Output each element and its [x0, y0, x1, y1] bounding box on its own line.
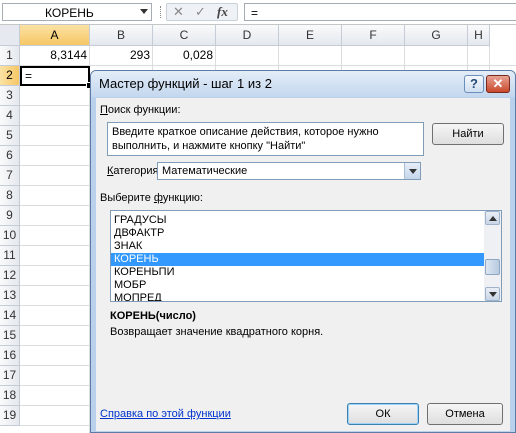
column-header-f[interactable]: F [342, 25, 405, 46]
row-header-3[interactable]: 3 [0, 86, 20, 106]
row-header-5[interactable]: 5 [0, 126, 20, 146]
row-header-10[interactable]: 10 [0, 226, 20, 246]
formula-bar-buttons: ✕ ✓ fx [166, 3, 238, 21]
scroll-down-icon[interactable] [485, 287, 500, 301]
function-help-link[interactable]: Справка по этой функции [100, 408, 231, 420]
function-list-item[interactable]: КОРЕНЬ [111, 253, 485, 266]
scroll-up-icon[interactable] [485, 211, 500, 225]
scrollbar-thumb[interactable] [485, 259, 500, 275]
select-function-label: Выберите функцию: [100, 192, 203, 204]
search-label: Поиск функции: [100, 104, 181, 116]
function-list-item[interactable]: МОПРЕД [111, 292, 485, 301]
cell-b1[interactable]: 293 [90, 46, 153, 65]
function-wizard-dialog: Мастер функций - шаг 1 из 2 ? ✕ Поиск фу… [90, 70, 516, 433]
row-header-8[interactable]: 8 [0, 186, 20, 206]
help-icon[interactable]: ? [464, 75, 484, 93]
formula-input[interactable]: = [244, 3, 516, 21]
column-header-h[interactable]: H [468, 25, 490, 46]
function-list[interactable]: ГРАДУСЫ ДВФАКТР ЗНАК КОРЕНЬ КОРЕНЬПИ МОБР МОПР… [110, 210, 502, 302]
ok-button[interactable]: ОК [347, 403, 419, 425]
row-header-4[interactable]: 4 [0, 106, 20, 126]
dialog-body: Поиск функции: Введите краткое описание … [96, 98, 510, 431]
select-all-corner[interactable] [0, 25, 20, 46]
chevron-down-icon[interactable] [404, 163, 420, 179]
row-header-18[interactable]: 18 [0, 386, 20, 406]
cancel-entry-icon[interactable]: ✕ [173, 4, 184, 20]
row-header-7[interactable]: 7 [0, 166, 20, 186]
row-header-1[interactable]: 1 [0, 46, 20, 66]
function-list-item[interactable]: КОРЕНЬПИ [111, 266, 485, 279]
row-header-6[interactable]: 6 [0, 146, 20, 166]
column-header-g[interactable]: G [405, 25, 468, 46]
category-label: Категория: [107, 165, 162, 177]
insert-function-icon[interactable]: fx [217, 4, 228, 20]
row-header-2[interactable]: 2 [0, 66, 20, 86]
column-header-a[interactable]: A [20, 25, 90, 46]
formula-input-value: = [251, 6, 259, 20]
column-header-e[interactable]: E [279, 25, 342, 46]
close-icon[interactable]: ✕ [486, 75, 510, 93]
cell-c1[interactable]: 0,028 [153, 46, 216, 65]
row-header-12[interactable]: 12 [0, 266, 20, 286]
cell-a1[interactable]: 8,3144 [20, 46, 90, 65]
dialog-titlebar[interactable]: Мастер функций - шаг 1 из 2 ? ✕ [91, 71, 515, 97]
row-header-9[interactable]: 9 [0, 206, 20, 226]
dialog-title: Мастер функций - шаг 1 из 2 [99, 76, 272, 91]
name-box-dropdown-icon[interactable] [140, 9, 148, 14]
function-list-item[interactable]: МОБР [111, 279, 485, 292]
category-select[interactable]: Математические [157, 162, 421, 180]
row-header-19[interactable]: 19 [0, 406, 20, 426]
category-value: Математические [162, 165, 248, 177]
column-header-c[interactable]: C [153, 25, 216, 46]
column-header-b[interactable]: B [90, 25, 153, 46]
row-header-13[interactable]: 13 [0, 286, 20, 306]
formula-bar-grip[interactable] [160, 6, 164, 18]
column-header-d[interactable]: D [216, 25, 279, 46]
function-description: Возвращает значение квадратного корня. [110, 326, 324, 338]
row-header-17[interactable]: 17 [0, 366, 20, 386]
formula-bar: КОРЕНЬ ✕ ✓ fx = [0, 0, 516, 25]
name-box[interactable]: КОРЕНЬ [2, 3, 152, 21]
active-cell-a2[interactable]: = [20, 66, 90, 86]
row-header-11[interactable]: 11 [0, 246, 20, 266]
name-box-value: КОРЕНЬ [45, 6, 94, 20]
function-signature: КОРЕНЬ(число) [110, 310, 196, 322]
enter-entry-icon[interactable]: ✓ [195, 4, 206, 20]
find-button[interactable]: Найти [432, 123, 504, 145]
row-header-14[interactable]: 14 [0, 306, 20, 326]
cancel-button[interactable]: Отмена [427, 403, 503, 425]
function-list-scrollbar[interactable] [484, 211, 501, 301]
function-list-item[interactable]: ДВФАКТР [111, 227, 485, 240]
function-list-item[interactable]: ГРАДУСЫ [111, 214, 485, 227]
row-header-15[interactable]: 15 [0, 326, 20, 346]
cell-a2-value: = [25, 69, 33, 83]
function-list-item[interactable]: ЗНАК [111, 240, 485, 253]
search-function-input[interactable]: Введите краткое описание действия, котор… [107, 122, 424, 156]
row-header-16[interactable]: 16 [0, 346, 20, 366]
